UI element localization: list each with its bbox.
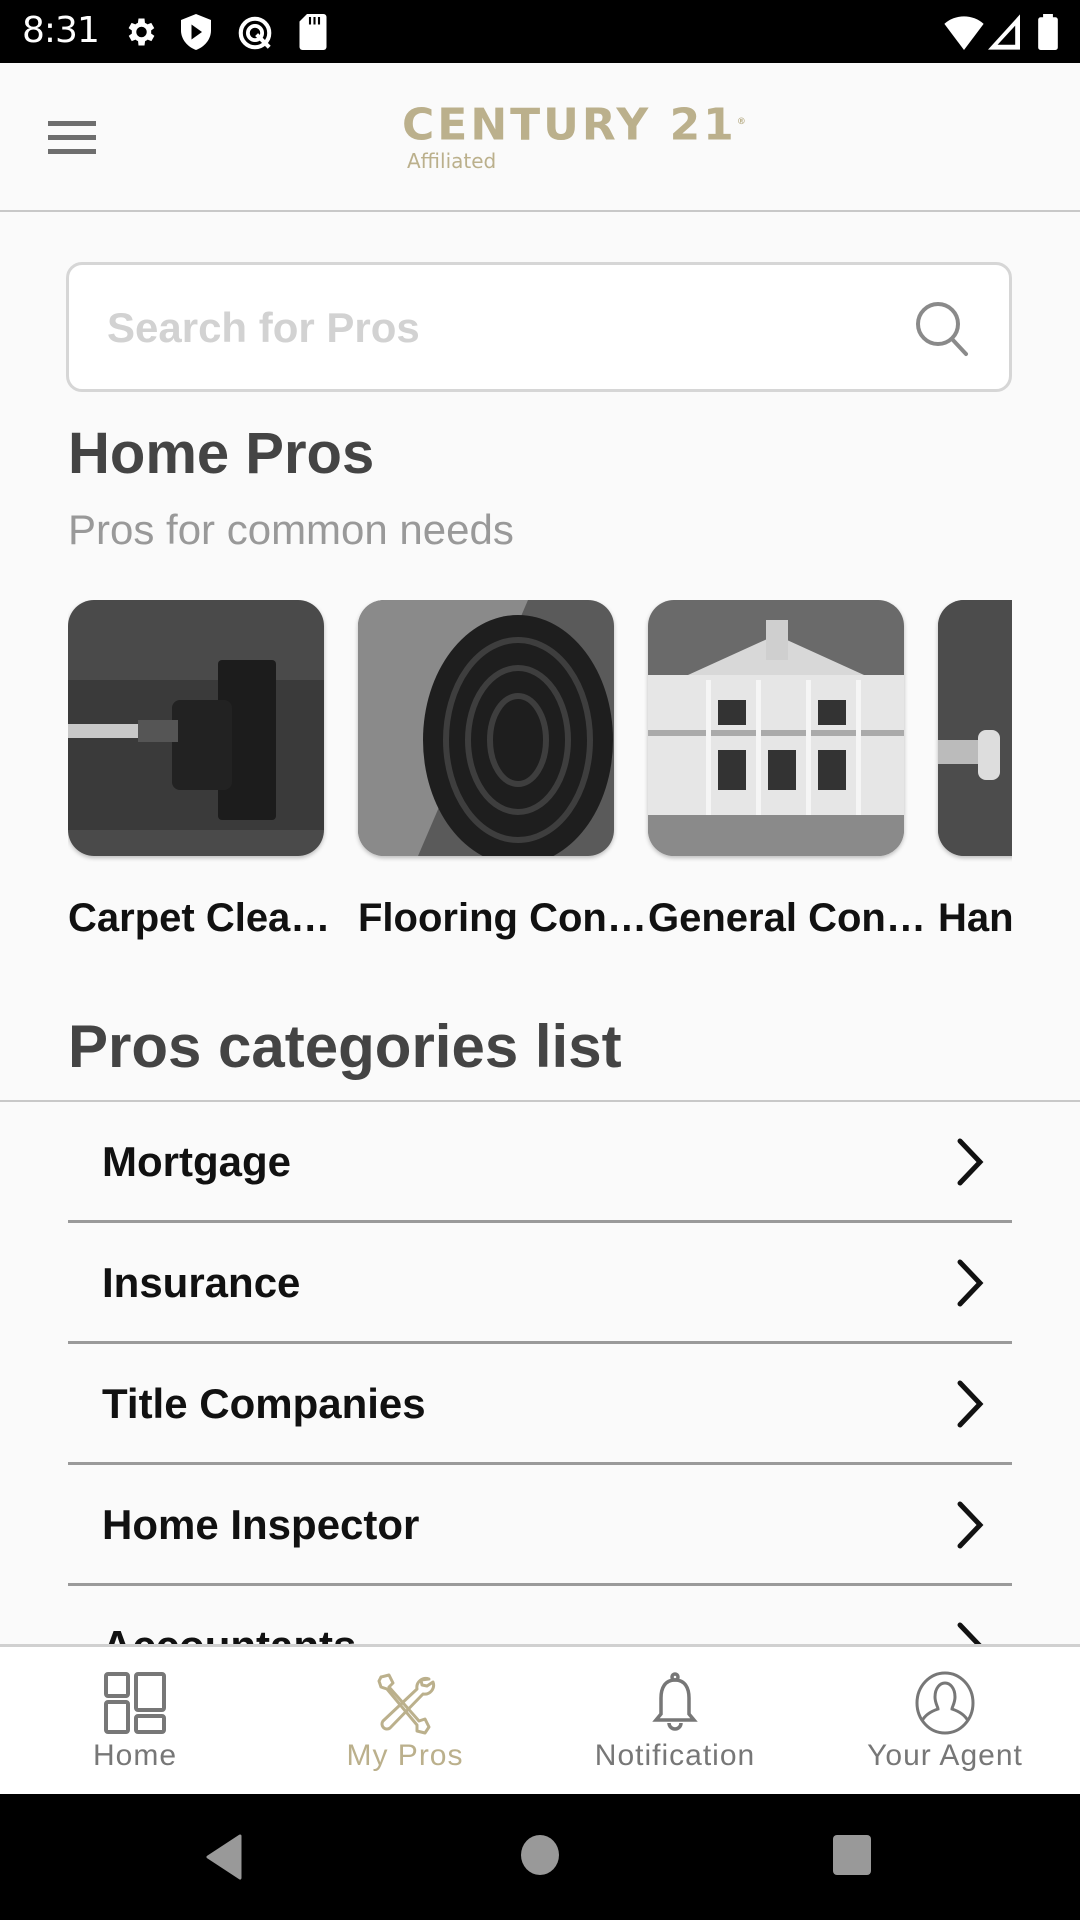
- categories-list[interactable]: Mortgage Insurance Title Companies Home …: [68, 1102, 1012, 1644]
- home-button[interactable]: [520, 1834, 560, 1876]
- settings-icon: [128, 18, 155, 46]
- search-box: [66, 262, 1012, 392]
- hamburger-menu-icon[interactable]: [46, 117, 98, 157]
- battery-icon: [1038, 14, 1058, 50]
- categories-title: Pros categories list: [68, 1013, 622, 1080]
- bottom-navigation: Home My Pros Notification Your Agent: [0, 1644, 1080, 1794]
- cell-signal-icon: [988, 14, 1020, 50]
- home-pros-title: Home Pros: [68, 421, 375, 486]
- pro-card-label: Han: [938, 896, 1012, 940]
- pro-card-general-contractor[interactable]: General Con…: [648, 600, 926, 941]
- tools-wrench-screwdriver-icon: [377, 1673, 436, 1735]
- app-bar: CENTURY 21® Affiliated: [0, 63, 1080, 212]
- status-time: 8:31: [22, 10, 100, 51]
- search-input[interactable]: [105, 295, 869, 361]
- home-pros-subtitle: Pros for common needs: [68, 506, 514, 553]
- chevron-right-icon: [957, 1501, 984, 1549]
- tab-label: My Pros: [346, 1739, 464, 1772]
- chevron-right-icon: [957, 1259, 984, 1307]
- category-row-home-inspector[interactable]: Home Inspector: [68, 1465, 1012, 1586]
- tab-my-pros[interactable]: My Pros: [270, 1647, 540, 1794]
- rolled-rug-photo: [358, 600, 614, 856]
- pro-card-label: Flooring Con…: [358, 896, 647, 940]
- status-bar: 8:31: [0, 0, 1080, 63]
- category-label: Title Companies: [102, 1380, 426, 1427]
- category-label: Insurance: [102, 1259, 301, 1306]
- recents-button[interactable]: [832, 1834, 872, 1876]
- vacuum-on-carpet-photo: [68, 600, 324, 856]
- shield-play-icon: [181, 14, 211, 50]
- category-row-mortgage[interactable]: Mortgage: [68, 1102, 1012, 1223]
- two-story-house-photo: [648, 600, 904, 856]
- century21-logo: CENTURY 21® Affiliated: [402, 99, 746, 173]
- category-row-accountants[interactable]: Accountants: [68, 1586, 1012, 1644]
- chevron-right-icon: [957, 1622, 982, 1644]
- wifi-icon: [944, 16, 984, 50]
- tab-label: Your Agent: [867, 1739, 1023, 1772]
- logo-brand: CENTURY 21: [402, 99, 737, 151]
- tab-label: Home: [92, 1739, 178, 1772]
- android-q-icon: [238, 16, 272, 50]
- pro-card-flooring-contractor[interactable]: Flooring Con…: [358, 600, 647, 941]
- back-button[interactable]: [204, 1834, 244, 1880]
- logo-subtitle: Affiliated: [407, 148, 497, 173]
- bell-icon: [652, 1672, 698, 1731]
- search-icon[interactable]: [913, 299, 973, 359]
- category-row-insurance[interactable]: Insurance: [68, 1223, 1012, 1344]
- tab-label: Notification: [594, 1739, 756, 1772]
- person-avatar-icon: [915, 1671, 975, 1735]
- dashboard-grid-icon: [104, 1672, 166, 1734]
- category-label: Mortgage: [102, 1138, 291, 1185]
- category-row-title-companies[interactable]: Title Companies: [68, 1344, 1012, 1465]
- handyman-tool-photo: [938, 600, 1012, 856]
- chevron-right-icon: [957, 1380, 984, 1428]
- tab-notification[interactable]: Notification: [540, 1647, 810, 1794]
- sd-card-icon: [299, 14, 327, 50]
- tab-your-agent[interactable]: Your Agent: [810, 1647, 1080, 1794]
- chevron-right-icon: [957, 1138, 984, 1186]
- home-pros-carousel[interactable]: Carpet Clea… Flooring Con… General Con… …: [68, 600, 1012, 960]
- pro-card-handyman[interactable]: Han: [938, 600, 1012, 941]
- tab-home[interactable]: Home: [0, 1647, 270, 1794]
- pro-card-label: General Con…: [648, 896, 926, 940]
- system-navigation-bar: [0, 1794, 1080, 1920]
- logo-registered-mark: ®: [736, 117, 746, 127]
- pro-card-carpet-cleaning[interactable]: Carpet Clea…: [68, 600, 331, 941]
- category-label: Home Inspector: [102, 1501, 420, 1548]
- category-label: Accountants: [102, 1622, 356, 1644]
- pro-card-label: Carpet Clea…: [68, 896, 331, 940]
